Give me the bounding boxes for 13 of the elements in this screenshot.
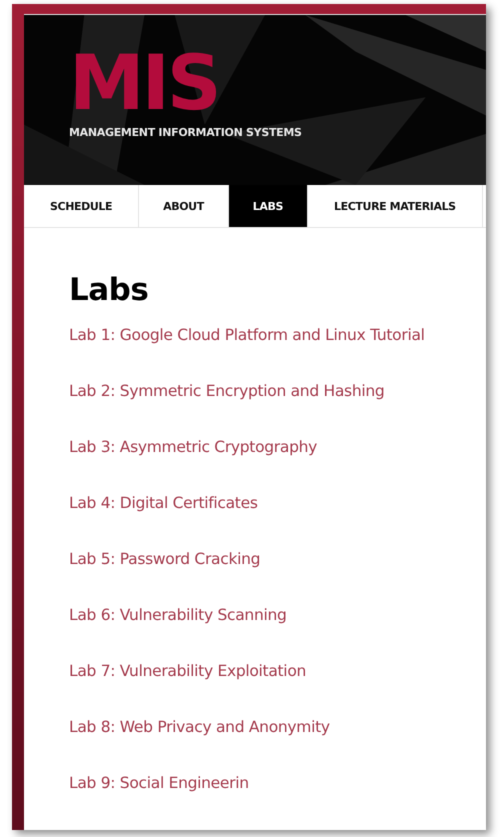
page-title: Labs <box>69 272 150 308</box>
lab-link[interactable]: Lab 8: Web Privacy and Anonymity <box>69 718 486 737</box>
lab-link[interactable]: Lab 7: Vulnerability Exploitation <box>69 662 486 681</box>
lab-link[interactable]: Lab 1: Google Cloud Platform and Linux Tutorial <box>69 326 486 345</box>
lab-link[interactable]: Lab 6: Vulnerability Scanning <box>69 606 486 625</box>
lab-link[interactable]: Lab 9: Social Engineerin <box>69 774 486 793</box>
site-subtitle: MANAGEMENT INFORMATION SYSTEMS <box>69 126 303 139</box>
nav-tab[interactable]: SCHEDULE <box>24 185 140 227</box>
lab-link[interactable]: Lab 4: Digital Certificates <box>69 494 486 513</box>
lab-link[interactable]: Lab 5: Password Cracking <box>69 550 486 569</box>
nav-tab[interactable]: LABS <box>228 185 308 227</box>
lab-link[interactable]: Lab 2: Symmetric Encryption and Hashing <box>69 382 486 401</box>
lab-link[interactable]: Lab 3: Asymmetric Cryptography <box>69 438 486 457</box>
